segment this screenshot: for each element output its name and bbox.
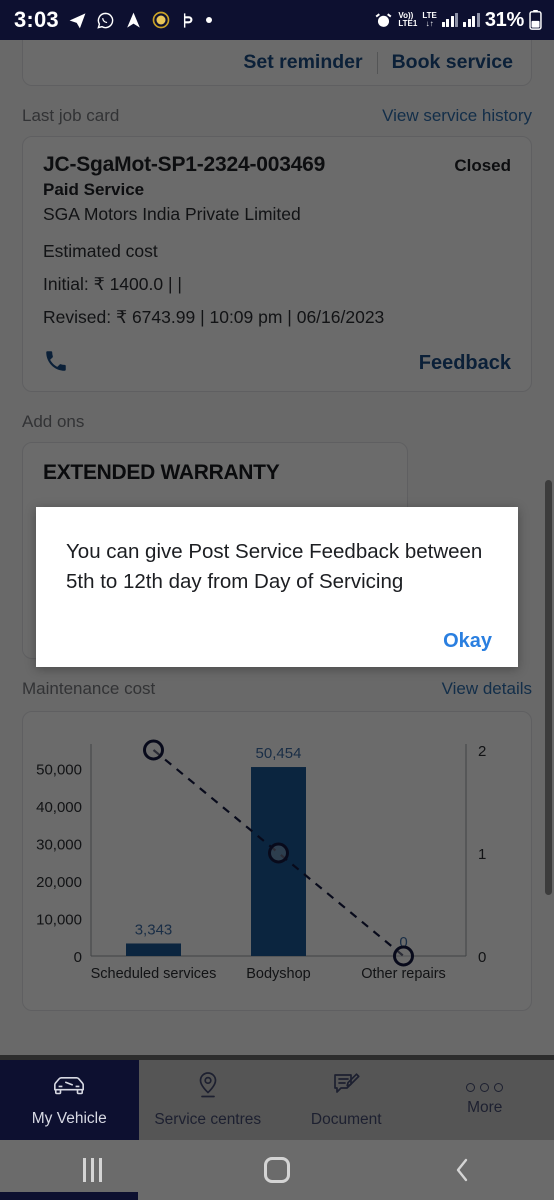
svg-text:40,000: 40,000 — [36, 799, 82, 816]
job-card-service-type: Paid Service — [43, 180, 145, 199]
svg-text:1: 1 — [478, 846, 486, 863]
battery-icon — [529, 10, 542, 30]
svg-text:10,000: 10,000 — [36, 912, 82, 929]
nav-label-service-centres: Service centres — [154, 1111, 262, 1128]
nav-label-my-vehicle: My Vehicle — [31, 1110, 107, 1127]
status-time: 3:03 — [14, 7, 59, 32]
job-card-id: JC-SgaMot-SP1-2324-003469 — [43, 153, 326, 176]
bottom-navigation: My Vehicle Service centres Document More — [0, 1060, 554, 1140]
svg-text:2: 2 — [478, 743, 486, 760]
feedback-info-dialog: You can give Post Service Feedback betwe… — [36, 507, 518, 667]
three-dots-icon — [466, 1083, 504, 1092]
add-ons-label: Add ons — [22, 412, 85, 431]
navigation-icon — [124, 11, 143, 30]
signal-bars-sim2 — [463, 13, 480, 27]
back-icon[interactable] — [369, 1155, 554, 1185]
feedback-button[interactable]: Feedback — [419, 352, 511, 375]
vehicle-actions-card: Set reminder Book service — [22, 40, 532, 86]
recents-icon[interactable] — [0, 1158, 185, 1182]
android-system-navigation — [0, 1140, 554, 1200]
extended-warranty-title: EXTENDED WARRANTY — [43, 461, 280, 484]
signal-bars-sim1 — [441, 13, 459, 27]
view-details-link[interactable]: View details — [442, 679, 532, 699]
job-card-initial-cost: Initial: ₹ 1400.0 | | — [43, 274, 182, 294]
add-ons-header: Add ons — [22, 412, 532, 432]
dialog-actions: Okay — [443, 630, 492, 653]
lte-indicator: LTE ↓↑ — [422, 11, 437, 28]
svg-text:50,000: 50,000 — [36, 762, 82, 779]
job-card-revised-cost: Revised: ₹ 6743.99 | 10:09 pm | 06/16/20… — [43, 307, 385, 327]
phone-icon[interactable] — [43, 348, 69, 379]
gesture-bar — [0, 1192, 138, 1200]
maintenance-cost-header: Maintenance cost View details — [22, 679, 532, 699]
status-bar-right: Vo)) LTE1 LTE ↓↑ 31% — [374, 9, 542, 32]
page-scrollbar[interactable] — [545, 480, 552, 895]
telegram-icon — [68, 11, 87, 30]
status-bar-left: 3:03 — [14, 7, 213, 33]
svg-text:Other repairs: Other repairs — [361, 966, 446, 982]
svg-text:50,454: 50,454 — [256, 745, 302, 762]
dialog-message: You can give Post Service Feedback betwe… — [66, 540, 483, 593]
svg-text:Bodyshop: Bodyshop — [246, 966, 311, 982]
nav-label-document: Document — [310, 1111, 382, 1128]
battery-percent: 31% — [484, 8, 524, 31]
whatsapp-icon — [96, 11, 115, 30]
chart-svg: 0 10,000 20,000 30,000 40,000 50,000 0 1 2 3,343 5… — [36, 739, 486, 982]
svg-text:20,000: 20,000 — [36, 874, 82, 891]
set-reminder-button[interactable]: Set reminder — [243, 51, 362, 74]
dialog-okay-button[interactable]: Okay — [443, 630, 492, 652]
maintenance-cost-label: Maintenance cost — [22, 679, 156, 698]
coin-icon — [152, 11, 170, 29]
book-service-button[interactable]: Book service — [392, 51, 513, 74]
last-job-card-header: Last job card View service history — [22, 106, 532, 126]
maintenance-cost-chart[interactable]: 0 10,000 20,000 30,000 40,000 50,000 0 1 2 3,343 5… — [22, 711, 532, 1011]
alarm-icon — [374, 11, 393, 30]
app-icon — [179, 11, 196, 30]
nav-item-document[interactable]: Document — [277, 1060, 416, 1140]
view-service-history-link[interactable]: View service history — [382, 106, 532, 126]
car-icon — [52, 1072, 86, 1103]
location-pin-icon — [195, 1071, 221, 1104]
job-card-dealer: SGA Motors India Private Limited — [43, 204, 301, 224]
volte-indicator: Vo)) LTE1 — [398, 11, 418, 28]
svg-text:Scheduled services: Scheduled services — [91, 966, 217, 982]
svg-text:0: 0 — [478, 949, 486, 966]
job-card-status-badge: Closed — [454, 156, 511, 175]
job-card-footer: Feedback — [43, 348, 511, 379]
document-edit-icon — [332, 1071, 360, 1104]
status-bar: 3:03 Vo)) LTE1 LTE ↓↑ 31% — [0, 0, 554, 40]
last-job-card-label: Last job card — [22, 106, 120, 125]
action-divider — [376, 51, 378, 74]
svg-text:3,343: 3,343 — [135, 921, 173, 938]
home-icon[interactable] — [185, 1157, 370, 1183]
svg-text:0: 0 — [74, 949, 82, 966]
svg-text:30,000: 30,000 — [36, 837, 82, 854]
nav-item-my-vehicle[interactable]: My Vehicle — [0, 1060, 139, 1140]
nav-item-more[interactable]: More — [416, 1060, 554, 1140]
job-card[interactable]: JC-SgaMot-SP1-2324-003469 Closed Paid Se… — [22, 136, 532, 392]
nav-label-more: More — [467, 1099, 503, 1116]
dot-icon — [205, 16, 213, 24]
job-card-estimated-cost-label: Estimated cost — [43, 241, 158, 261]
nav-item-service-centres[interactable]: Service centres — [139, 1060, 278, 1140]
job-card-top: JC-SgaMot-SP1-2324-003469 Closed — [43, 153, 511, 177]
